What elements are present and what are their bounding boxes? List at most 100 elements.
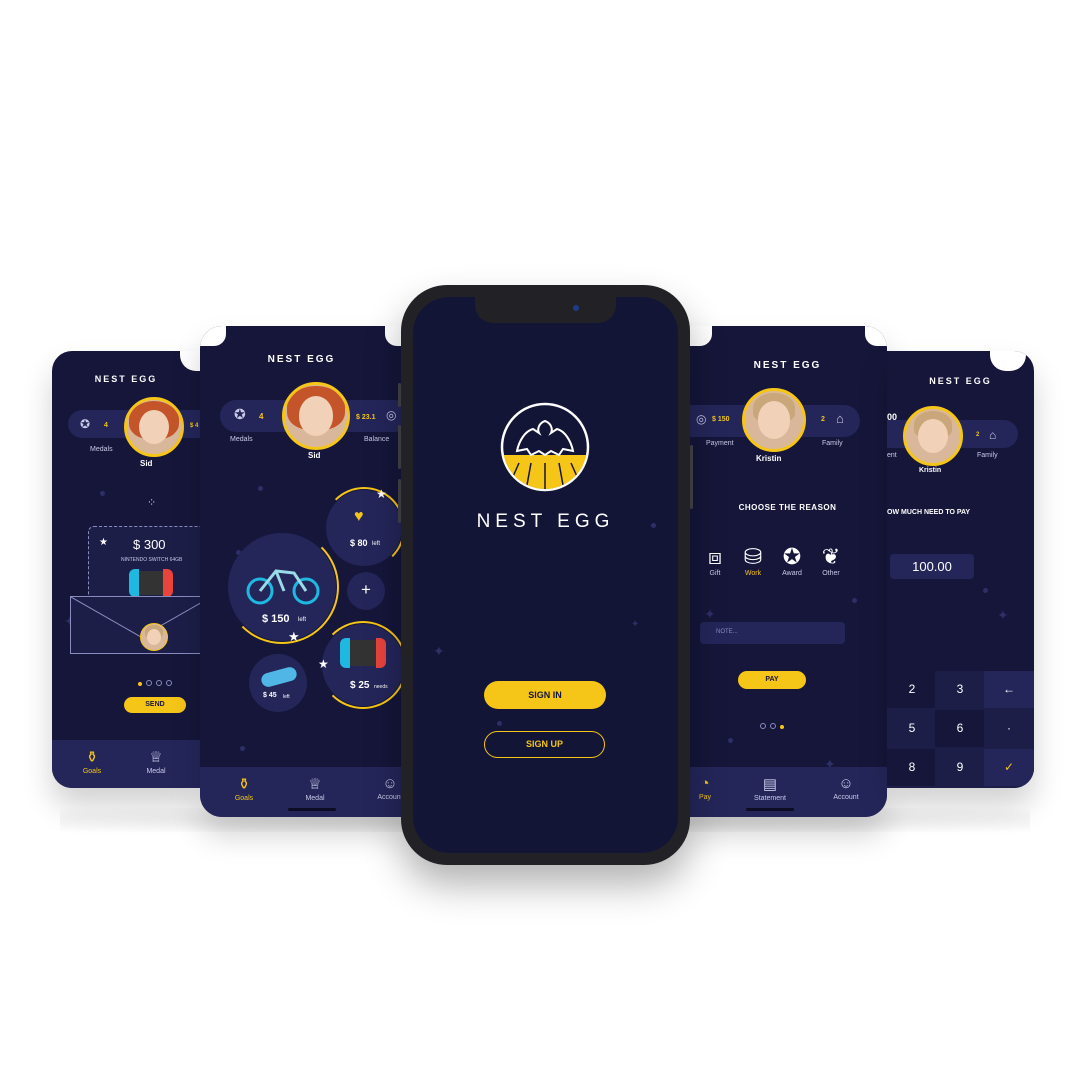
page-indicator <box>758 716 786 734</box>
nav-medal[interactable]: ♕ Medal <box>295 775 335 802</box>
key-9[interactable]: 9 <box>935 749 985 786</box>
nav-medal[interactable]: ♕ Medal <box>136 748 176 775</box>
home-indicator <box>288 808 336 811</box>
parent-avatar[interactable] <box>903 406 963 466</box>
family-label: Family <box>977 452 998 459</box>
nav-account[interactable]: ☺ Account <box>826 775 866 801</box>
goal-amount: $ 150 <box>262 613 290 625</box>
notch <box>180 351 200 371</box>
nav-pay[interactable]: ◔ Pay <box>688 775 722 801</box>
reason-work[interactable]: ⛁ Work <box>738 544 768 577</box>
account-icon: ☺ <box>838 775 854 792</box>
note-placeholder: NOTE... <box>716 629 738 635</box>
key-backspace[interactable]: ← <box>984 671 1034 708</box>
notch-left <box>200 326 226 346</box>
amount-input[interactable]: 100.00 <box>890 554 974 579</box>
home-icon: ⌂ <box>836 411 844 426</box>
send-button[interactable]: SEND <box>124 697 186 713</box>
pay-icon: ◔ <box>700 775 710 792</box>
goal-suffix: left <box>283 694 290 700</box>
sign-in-button[interactable]: SIGN IN <box>484 681 606 709</box>
phone-notch <box>475 297 616 323</box>
sender-avatar <box>140 623 168 651</box>
work-bucket-icon: ⛁ <box>743 544 763 569</box>
volume-up-button <box>398 425 401 469</box>
goal-donation[interactable]: ♥ $ 80 left <box>323 487 403 569</box>
family-value: 2 <box>821 416 825 423</box>
family-label: Family <box>822 440 843 447</box>
game-console-icon <box>340 638 386 668</box>
amount-heading: OW MUCH NEED TO PAY <box>887 509 971 516</box>
medal-icon: ✪ <box>234 406 246 422</box>
key-5[interactable]: 5 <box>887 710 937 747</box>
child-name: Sid <box>308 451 321 460</box>
goal-suffix: left <box>298 617 307 623</box>
reason-award[interactable]: ✪ Award <box>777 544 807 577</box>
key-decimal[interactable]: · <box>984 710 1034 747</box>
decor-dot <box>852 598 857 603</box>
decor-sparkle: ✦ <box>433 643 445 659</box>
brand-name: NEST EGG <box>476 511 615 532</box>
decor-dot <box>728 738 733 743</box>
nav-statement[interactable]: ▤ Statement <box>748 775 792 802</box>
phone-frame: NEST EGG ✦ ✦ SIGN IN SIGN UP <box>398 285 693 865</box>
payment-label: Payment <box>706 440 734 447</box>
sign-up-button[interactable]: SIGN UP <box>484 731 605 758</box>
pay-button[interactable]: PAY <box>738 671 806 689</box>
key-2[interactable]: 2 <box>887 671 937 708</box>
gift-amount: $ 300 <box>133 537 166 552</box>
camera-icon <box>573 305 579 311</box>
progress-ring <box>323 487 403 569</box>
nav-account[interactable]: ☺ Account <box>370 775 403 801</box>
key-6[interactable]: 6 <box>935 710 985 747</box>
decor-sparkle: ✦ <box>997 607 1009 623</box>
goal-toy-car[interactable]: $ 45 left <box>249 654 307 712</box>
plus-icon: + <box>361 580 371 599</box>
parent-name: Kristin <box>756 454 782 463</box>
goal-amount: $ 45 <box>263 692 277 699</box>
game-console-icon <box>129 569 173 597</box>
number-keypad: 2 3 ← 5 6 · 8 9 ✓ <box>887 671 1034 788</box>
app-title: NEST EGG <box>753 360 822 371</box>
balance-label: Balance <box>364 436 390 443</box>
nav-goals[interactable]: ⚱ Goals <box>224 775 264 802</box>
reason-gift[interactable]: ⧈ Gift <box>700 544 730 577</box>
nav-goals[interactable]: ⚱ Goals <box>72 748 112 775</box>
goals-icon: ⚱ <box>85 749 99 766</box>
add-goal-button[interactable]: + <box>347 572 385 610</box>
screen-choose-reason: NEST EGG ◎ $ 150 Payment 2 Family ⌂ Kris… <box>688 326 887 817</box>
note-input[interactable]: NOTE... <box>700 622 845 644</box>
app-title: NEST EGG <box>94 374 158 384</box>
bicycle-icon <box>246 561 320 610</box>
child-avatar[interactable] <box>282 382 350 450</box>
family-value: 2 <box>976 432 980 438</box>
star-icon: ★ <box>318 657 329 671</box>
envelope <box>70 596 200 654</box>
goal-bicycle[interactable]: $ 150 left <box>225 530 339 644</box>
star-icon: ★ <box>288 629 300 644</box>
logo-eagle-icon <box>499 401 591 493</box>
goal-game-console[interactable]: $ 25 needs <box>319 621 403 709</box>
decor-sparkle: ✦ <box>704 606 716 622</box>
decor-dot <box>497 721 502 726</box>
coins-icon: ◎ <box>696 412 707 426</box>
gift-card[interactable]: ★ $ 300 NINTENDO SWITCH 64GB <box>88 526 200 606</box>
key-3[interactable]: 3 <box>935 671 985 708</box>
volume-down-button <box>398 479 401 523</box>
amount-value: 100.00 <box>912 559 952 574</box>
key-confirm[interactable]: ✓ <box>984 749 1034 786</box>
coins-icon: ◎ <box>386 408 397 422</box>
key-8[interactable]: 8 <box>887 749 937 786</box>
bottom-nav: ⚱ Goals ♕ Medal <box>52 740 200 788</box>
reason-other[interactable]: ❦ Other <box>816 544 846 577</box>
child-avatar[interactable] <box>124 397 184 457</box>
trophy-icon: ♕ <box>308 776 322 793</box>
medals-count: 4 <box>104 422 108 429</box>
gift-item-name: NINTENDO SWITCH 64GB <box>121 557 183 563</box>
notch <box>990 351 1026 371</box>
account-icon: ☺ <box>382 775 398 792</box>
grid-icon[interactable]: ⁘ <box>147 496 156 509</box>
power-button <box>690 445 693 509</box>
parent-avatar[interactable] <box>742 388 806 452</box>
trophy-icon: ♕ <box>149 749 163 766</box>
